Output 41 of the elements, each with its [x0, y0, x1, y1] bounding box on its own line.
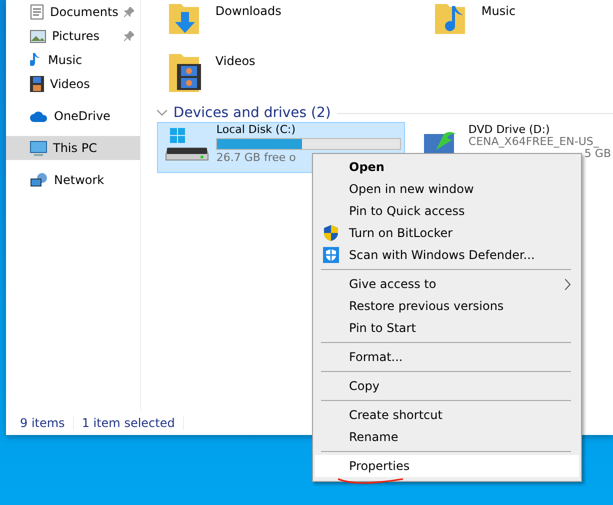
nav-item[interactable]: Videos — [6, 72, 140, 96]
drive-name: Local Disk (C:) — [216, 124, 296, 136]
drive-details: CENA_X64FREE_EN-US_ — [468, 136, 599, 148]
menu-item[interactable]: Pin to Start — [315, 317, 579, 339]
drive-details: 5 GB — [584, 148, 611, 160]
music-note-icon — [30, 52, 42, 68]
nav-item[interactable]: Network — [6, 168, 140, 192]
menu-item[interactable]: Turn on BitLocker — [315, 222, 579, 244]
folder-item[interactable]: Videos — [157, 50, 424, 102]
item-count: 9 items — [20, 416, 74, 430]
section-header[interactable]: Devices and drives (2) — [173, 105, 331, 121]
nav-item[interactable]: Music — [6, 48, 140, 72]
menu-item[interactable]: Pin to Quick access — [315, 200, 579, 222]
pin-icon — [124, 7, 134, 17]
menu-item[interactable]: Create shortcut — [315, 404, 579, 426]
shield-icon — [324, 225, 338, 241]
menu-item[interactable]: Give access to — [315, 273, 579, 295]
nav-item[interactable]: Documents — [6, 0, 140, 24]
menu-item[interactable]: Format... — [315, 346, 579, 368]
document-icon — [30, 4, 44, 20]
network-icon — [30, 172, 48, 188]
menu-item[interactable]: Copy — [315, 375, 579, 397]
nav-item[interactable]: This PC — [6, 136, 140, 160]
picture-icon — [30, 30, 46, 42]
monitor-icon — [30, 140, 47, 156]
menu-item[interactable]: Restore previous versions — [315, 295, 579, 317]
drive-name: DVD Drive (D:) — [468, 124, 550, 136]
folder-item[interactable]: Music — [423, 0, 613, 50]
selection-count: 1 item selected — [82, 416, 184, 430]
menu-item[interactable]: Open in new window — [315, 178, 579, 200]
nav-item[interactable]: Pictures — [6, 24, 140, 48]
menu-item[interactable]: Scan with Windows Defender... — [315, 244, 579, 266]
drive-details: 26.7 GB free o — [216, 152, 296, 164]
nav-item[interactable]: OneDrive — [6, 104, 140, 128]
folder-item[interactable]: Downloads — [157, 0, 424, 50]
film-icon — [30, 76, 44, 92]
pin-icon — [124, 31, 134, 41]
collapse-chevron-icon[interactable] — [157, 110, 168, 116]
menu-item[interactable]: Rename — [315, 426, 579, 448]
defender-icon — [323, 247, 339, 263]
cloud-icon — [30, 110, 48, 122]
